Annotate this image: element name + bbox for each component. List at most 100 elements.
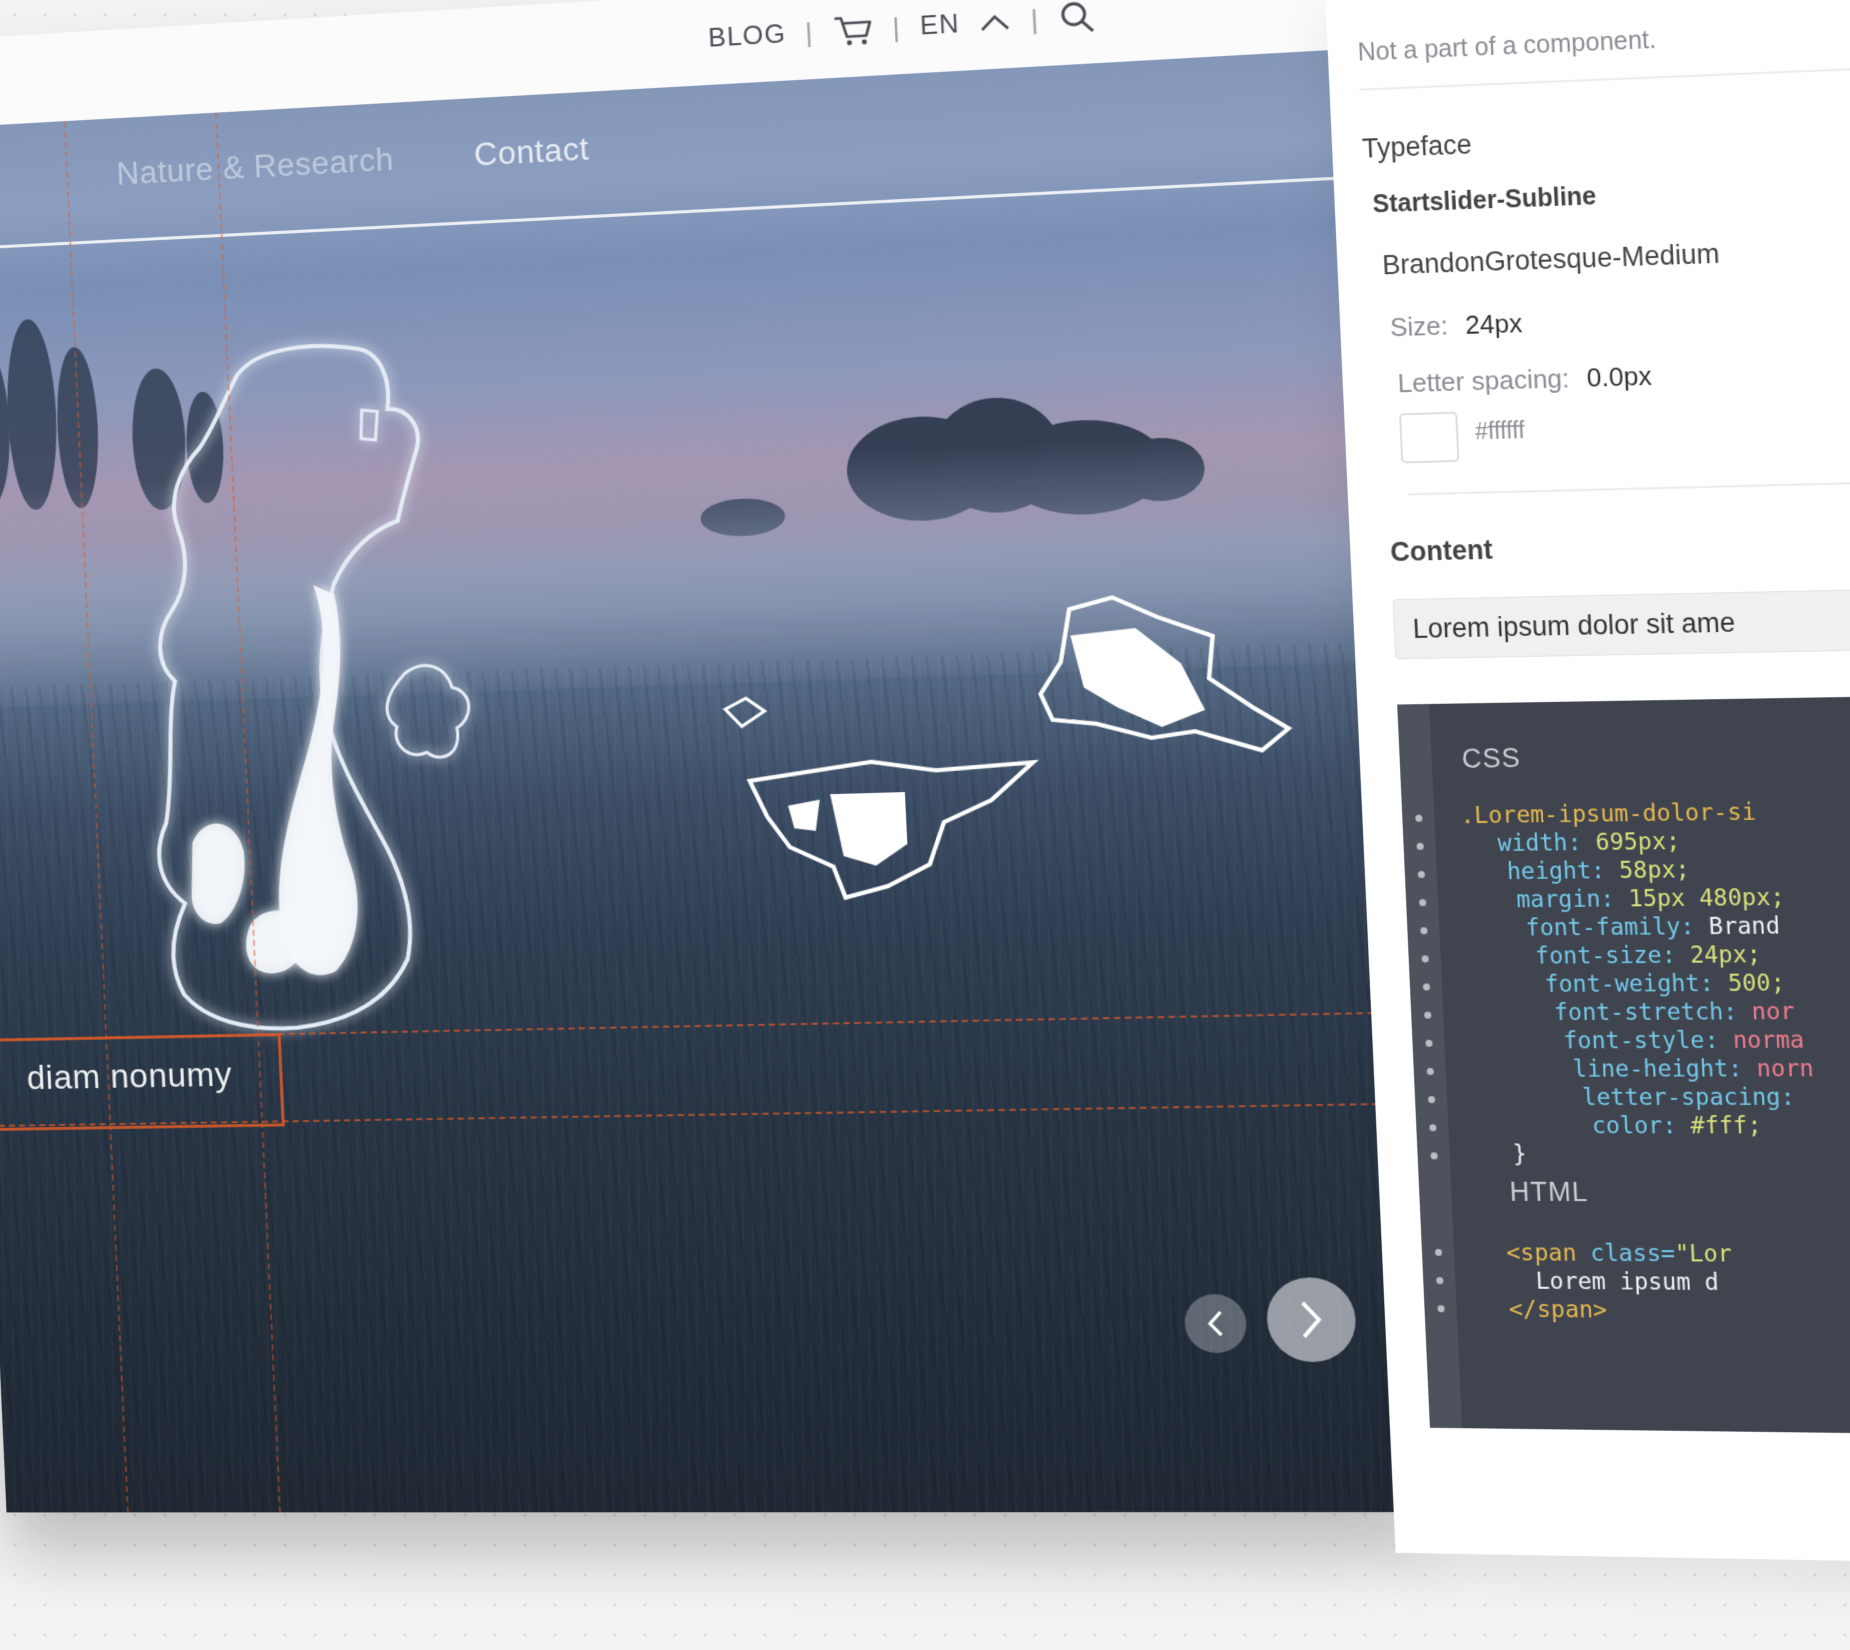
blog-link[interactable]: BLOG	[708, 19, 787, 53]
css-selector-line: .Lorem-ipsum-dolor-si	[1460, 798, 1803, 831]
css-property-line: font-stretch: nor	[1469, 998, 1812, 1028]
separator: |	[892, 11, 902, 44]
css-value: 15px 480px;	[1628, 885, 1785, 913]
css-property-line: width: 695px;	[1461, 826, 1804, 858]
gutter-dot	[1424, 1012, 1431, 1019]
letter-spacing-row: Letter spacing: 0.0px	[1397, 361, 1652, 400]
css-close-brace: }	[1475, 1140, 1818, 1169]
css-value: #fff;	[1690, 1113, 1762, 1139]
search-icon[interactable]	[1058, 0, 1097, 36]
color-swatch[interactable]	[1399, 412, 1459, 464]
hero-slider: Nature & Research Contact diam nonumy	[0, 50, 1409, 1513]
chevron-up-icon[interactable]	[978, 11, 1011, 34]
code-inner-text: Lorem ipsum d	[1535, 1269, 1719, 1297]
website-frame: BLOG | | EN | Nature & Research Contact …	[0, 0, 1409, 1512]
separator: |	[804, 16, 814, 49]
middle-region-outline	[749, 757, 1039, 900]
css-property: width:	[1497, 830, 1596, 857]
spacing-label: Letter spacing:	[1397, 363, 1570, 398]
gutter-dot	[1435, 1249, 1442, 1256]
css-property-line: line-height: norn	[1471, 1055, 1814, 1084]
css-property-line: font-style: norma	[1470, 1026, 1813, 1055]
component-note: Not a part of a component.	[1357, 26, 1657, 68]
css-property: height:	[1506, 858, 1619, 885]
inspector-panel: Not a part of a component. Typeface Star…	[1325, 0, 1850, 1564]
hero-subline: diam nonumy	[26, 1055, 233, 1097]
inspector-body: Not a part of a component. Typeface Star…	[1325, 0, 1850, 1564]
gutter-dot	[1427, 1068, 1434, 1075]
css-property: font-weight:	[1544, 971, 1729, 998]
website-preview: BLOG | | EN | Nature & Research Contact …	[0, 0, 1411, 1555]
css-property: font-size:	[1535, 942, 1691, 969]
css-property-line: color: #fff;	[1474, 1112, 1817, 1141]
chevron-left-icon	[1204, 1309, 1227, 1339]
content-heading: Content	[1390, 535, 1494, 568]
code-tag-close: </span>	[1508, 1297, 1607, 1324]
gutter-dot	[1420, 927, 1427, 934]
divider	[1408, 478, 1850, 495]
text-style-name: Startslider-Subline	[1372, 182, 1597, 219]
selected-text-element[interactable]: diam nonumy	[0, 1033, 285, 1131]
css-property-line: letter-spacing:	[1473, 1083, 1816, 1112]
css-value: 695px;	[1595, 829, 1681, 856]
gutter-dot	[1425, 1040, 1432, 1047]
chevron-right-icon	[1295, 1298, 1328, 1341]
css-code-block[interactable]: .Lorem-ipsum-dolor-si width: 695px; height…	[1460, 798, 1819, 1169]
css-property: margin:	[1516, 886, 1629, 913]
content-value: Lorem ipsum dolor sit ame	[1412, 607, 1736, 644]
css-property: line-height:	[1572, 1056, 1757, 1083]
gutter-dot	[1436, 1277, 1443, 1284]
color-hex[interactable]: #ffffff	[1475, 417, 1526, 446]
css-property-line: font-size: 24px;	[1466, 941, 1809, 972]
size-label: Size:	[1389, 310, 1448, 342]
glowing-region-outline	[136, 340, 483, 1031]
gutter-dot	[1415, 815, 1422, 822]
html-heading: HTML	[1509, 1177, 1589, 1209]
css-property-line: font-family: Brand	[1465, 912, 1808, 943]
gutter-dot	[1416, 843, 1423, 850]
css-heading: CSS	[1461, 743, 1521, 775]
css-property: font-family:	[1525, 914, 1709, 942]
css-property: letter-spacing:	[1582, 1084, 1810, 1111]
css-value: Brand	[1708, 913, 1780, 940]
divider	[1359, 63, 1850, 91]
css-property: color:	[1591, 1113, 1691, 1139]
code-attr-value: "Lor	[1674, 1241, 1732, 1268]
css-value: 58px;	[1619, 857, 1691, 884]
spacing-value[interactable]: 0.0px	[1586, 361, 1652, 393]
gutter-dot	[1422, 955, 1429, 962]
code-attr: class=	[1590, 1241, 1676, 1268]
size-value[interactable]: 24px	[1465, 308, 1523, 340]
css-property: font-style:	[1563, 1028, 1734, 1055]
language-selector[interactable]: EN	[919, 9, 960, 41]
css-value: norn	[1756, 1056, 1814, 1083]
typeface-heading: Typeface	[1361, 129, 1472, 164]
code-panel: CSS .Lorem-ipsum-dolor-si width: 695px; he…	[1397, 694, 1850, 1436]
css-value: 500;	[1727, 970, 1785, 997]
css-value: norma	[1732, 1027, 1805, 1054]
gutter-dot	[1429, 1124, 1436, 1131]
region-map-outlines	[0, 50, 1409, 1513]
css-property-line: height: 58px;	[1462, 855, 1805, 887]
right-region-outline	[1036, 591, 1289, 756]
css-property-line: font-weight: 500;	[1467, 969, 1810, 999]
css-selector: .Lorem-ipsum-dolor-si	[1460, 799, 1757, 829]
gutter-dot	[1428, 1096, 1435, 1103]
code-gutter	[1397, 704, 1462, 1428]
css-value: 24px;	[1689, 942, 1761, 969]
content-field[interactable]: Lorem ipsum dolor sit ame	[1392, 586, 1850, 659]
css-property: font-stretch:	[1553, 999, 1752, 1026]
small-region-outline	[725, 698, 765, 727]
gutter-dot	[1423, 983, 1430, 990]
gutter-dot	[1419, 899, 1426, 906]
code-tag-open: <span	[1506, 1240, 1577, 1267]
utility-links: BLOG | | EN |	[707, 0, 1096, 56]
font-size-row: Size: 24px	[1389, 308, 1522, 343]
gutter-dot	[1418, 871, 1425, 878]
separator: |	[1030, 3, 1040, 36]
html-code-block[interactable]: <span class="Lor Lorem ipsum d </span>	[1506, 1239, 1735, 1326]
css-property-line: margin: 15px 480px;	[1464, 883, 1807, 914]
font-name: BrandonGrotesque-Medium	[1382, 238, 1721, 281]
cart-icon[interactable]	[832, 12, 874, 47]
gutter-dot	[1437, 1305, 1444, 1312]
